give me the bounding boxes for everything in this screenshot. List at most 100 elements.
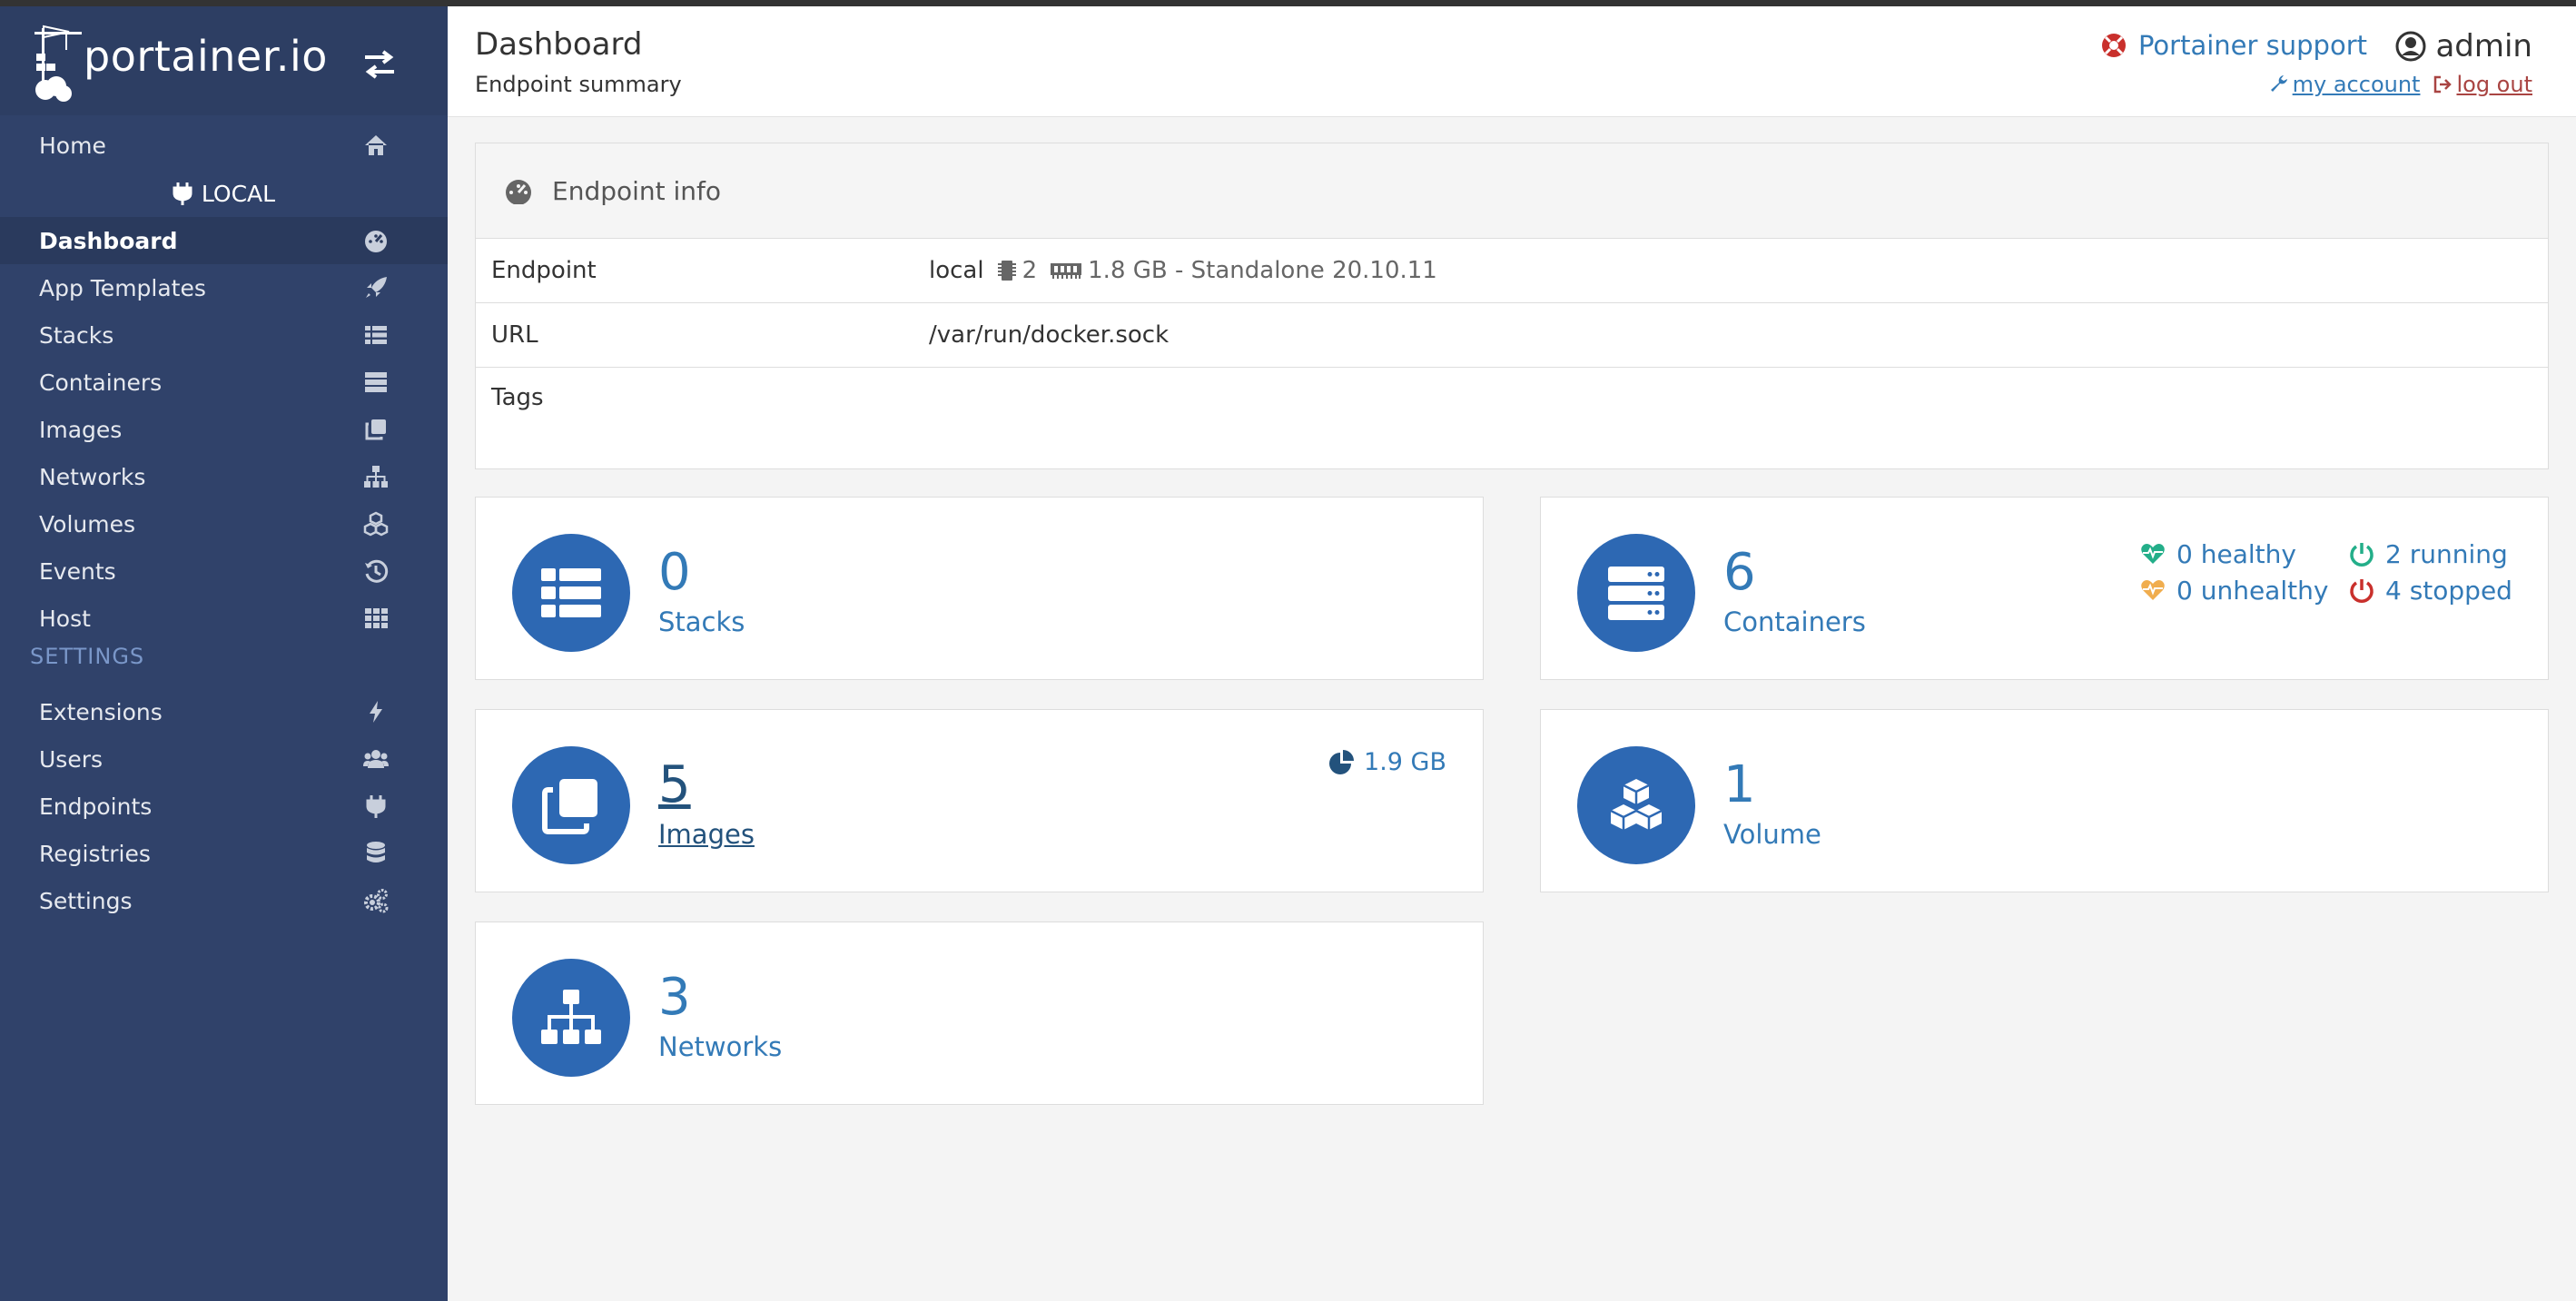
heartbeat-icon (2141, 580, 2165, 600)
heartbeat-icon (2141, 544, 2165, 564)
container-health-stats: 0 healthy 0 unhealthy (2140, 536, 2328, 608)
sidebar-item-volumes[interactable]: Volumes (0, 500, 448, 547)
portainer-support-link[interactable]: Portainer support (2100, 30, 2367, 61)
bolt-icon (370, 701, 382, 723)
containers-widget-icon-circle (1577, 534, 1695, 652)
sidebar-item-images[interactable]: Images (0, 406, 448, 453)
tachometer-icon (365, 231, 387, 252)
volumes-widget-icon-circle (1577, 746, 1695, 864)
volumes-label: Volume (1723, 819, 1821, 850)
images-widget-icon-circle (512, 746, 630, 864)
sidebar-item-containers[interactable]: Containers (0, 359, 448, 406)
settings-section-title: SETTINGS (30, 644, 145, 669)
life-ring-icon (2101, 34, 2126, 57)
sidebar-item-events[interactable]: Events (0, 547, 448, 595)
endpoint-row-value: local 2 1.8 GB - Standalone 20.10.11 (929, 257, 1437, 284)
server-icon (1608, 567, 1664, 620)
stacks-count: 0 (658, 543, 691, 602)
sidebar-toggle-icon[interactable] (361, 48, 398, 81)
sitemap-icon (541, 990, 601, 1044)
clone-icon (365, 419, 386, 440)
power-off-icon (2350, 579, 2374, 603)
images-total-size: 1.9 GB (1327, 748, 1446, 776)
th-list-icon (541, 568, 601, 617)
user-menu: admin (2395, 28, 2532, 64)
wrench-icon (2270, 75, 2287, 92)
endpoint-row: Endpoint local 2 1.8 GB - Standalone 20.… (476, 239, 2548, 303)
containers-widget[interactable]: 6 Containers 0 healthy 0 unhealthy 2 run… (1540, 497, 2549, 680)
sidebar-item-settings[interactable]: Settings (0, 877, 448, 924)
sidebar-item-extensions[interactable]: Extensions (0, 688, 448, 735)
url-row: URL /var/run/docker.sock (476, 303, 2548, 368)
page-header: Dashboard Endpoint summary Portainer sup… (448, 6, 2576, 117)
sign-out-icon (2434, 75, 2453, 94)
my-account-link[interactable]: my account (2269, 72, 2420, 97)
page-subtitle: Endpoint summary (475, 72, 682, 97)
brand-name[interactable]: portainer.io (84, 32, 328, 81)
account-links: my account log out (2269, 72, 2532, 97)
memory-icon (1051, 263, 1082, 279)
cpu-count: 2 (997, 257, 1037, 284)
cogs-icon (364, 889, 389, 913)
th-icon (365, 608, 388, 628)
stopped-count: 4 stopped (2349, 572, 2512, 608)
microchip-icon (997, 261, 1016, 281)
endpoint-info-heading: Endpoint info (476, 143, 2548, 239)
rocket-icon (366, 277, 387, 298)
database-icon (367, 842, 385, 862)
volumes-widget[interactable]: 1 Volume (1540, 709, 2549, 892)
page-title: Dashboard (475, 26, 643, 63)
power-off-icon (2350, 543, 2374, 567)
sidebar-item-users[interactable]: Users (0, 735, 448, 783)
sidebar-item-endpoints[interactable]: Endpoints (0, 783, 448, 830)
cubes-icon (1610, 779, 1663, 830)
users-icon (363, 750, 389, 768)
url-row-key: URL (491, 321, 538, 349)
networks-count: 3 (658, 968, 691, 1027)
volumes-count: 1 (1723, 755, 1756, 814)
stacks-widget[interactable]: 0 Stacks (475, 497, 1484, 680)
container-state-stats: 2 running 4 stopped (2349, 536, 2512, 608)
sidebar: portainer.io Home LOCAL Dashboard App Te… (0, 6, 448, 1301)
log-out-link[interactable]: log out (2433, 72, 2532, 97)
sitemap-icon (364, 466, 388, 488)
sidebar-item-label: Home (39, 132, 106, 159)
history-icon (365, 559, 389, 583)
brand-bar: portainer.io (0, 6, 448, 115)
networks-label: Networks (658, 1031, 783, 1062)
sidebar-item-networks[interactable]: Networks (0, 453, 448, 500)
pie-chart-icon (1329, 749, 1355, 774)
endpoint-name: LOCAL (0, 170, 448, 217)
endpoint-row-key: Endpoint (491, 257, 597, 284)
portainer-logo-icon[interactable] (33, 21, 87, 103)
endpoint-name-value: local (929, 257, 984, 284)
cubes-icon (363, 511, 389, 537)
networks-widget[interactable]: 3 Networks (475, 922, 1484, 1105)
images-label[interactable]: Images (658, 819, 755, 850)
sidebar-item-dashboard[interactable]: Dashboard (0, 217, 448, 264)
window-top-strip (0, 0, 2576, 6)
images-widget[interactable]: 5 Images 1.9 GB (475, 709, 1484, 892)
endpoint-info-panel: Endpoint info Endpoint local 2 1.8 GB - … (475, 143, 2549, 469)
unhealthy-count: 0 unhealthy (2140, 572, 2328, 608)
images-count[interactable]: 5 (658, 755, 691, 814)
sidebar-item-host[interactable]: Host (0, 595, 448, 642)
tags-row-key: Tags (491, 384, 544, 411)
user-circle-icon (2395, 31, 2426, 62)
networks-widget-icon-circle (512, 959, 630, 1077)
containers-label: Containers (1723, 606, 1866, 637)
clone-icon (542, 779, 597, 834)
sidebar-item-stacks[interactable]: Stacks (0, 311, 448, 359)
sidebar-item-app-templates[interactable]: App Templates (0, 264, 448, 311)
tachometer-icon (506, 180, 531, 204)
stacks-widget-icon-circle (512, 534, 630, 652)
plug-icon (366, 795, 386, 818)
running-count: 2 running (2349, 536, 2512, 572)
healthy-count: 0 healthy (2140, 536, 2328, 572)
memory-info: 1.8 GB - Standalone 20.10.11 (1050, 257, 1437, 284)
containers-count: 6 (1723, 543, 1756, 602)
sidebar-item-registries[interactable]: Registries (0, 830, 448, 877)
url-row-value: /var/run/docker.sock (929, 321, 1170, 349)
sidebar-item-home[interactable]: Home (0, 122, 448, 169)
stacks-label: Stacks (658, 606, 745, 637)
